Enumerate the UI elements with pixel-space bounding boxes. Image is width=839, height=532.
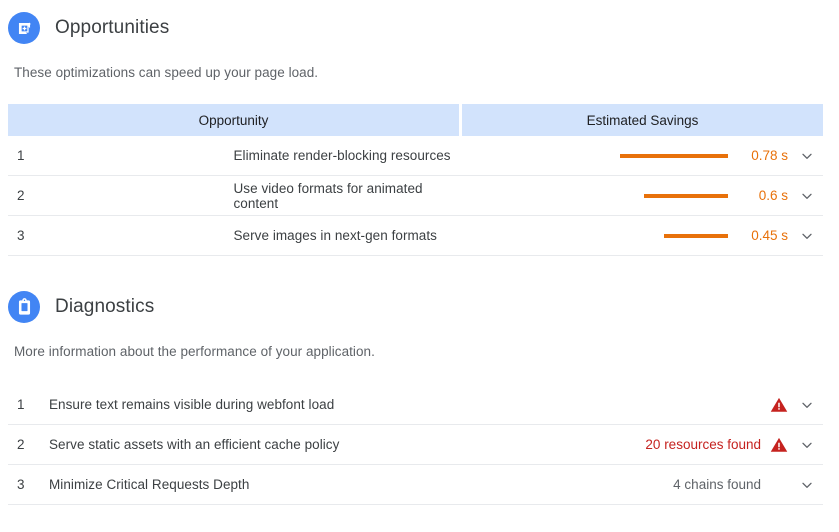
chevron-down-icon[interactable]: [799, 188, 815, 204]
opportunities-header: Opportunities: [0, 12, 839, 44]
diagnostics-title: Diagnostics: [55, 296, 155, 317]
estimated-savings-cell: 0.6 s: [462, 176, 823, 216]
diagnostic-value: 20 resources found: [645, 437, 761, 452]
chevron-down-icon[interactable]: [799, 228, 815, 244]
diagnostic-title[interactable]: Ensure text remains visible during webfo…: [49, 385, 459, 425]
table-row[interactable]: 1 Eliminate render-blocking resources 0.78…: [8, 136, 823, 176]
table-row[interactable]: 1 Ensure text remains visible during webf…: [8, 385, 823, 425]
opportunity-title[interactable]: Serve images in next-gen formats: [234, 216, 460, 256]
savings-value: 0.45 s: [751, 228, 788, 243]
diagnostics-description-wrap: More information about the performance o…: [0, 323, 839, 359]
savings-bar: [664, 233, 728, 238]
table-row[interactable]: 2 Serve static assets with an efficient c…: [8, 425, 823, 465]
savings-value: 0.78 s: [751, 148, 788, 163]
opportunities-table: Opportunity Estimated Savings 1 Eliminate…: [8, 104, 823, 256]
opportunity-title[interactable]: Use video formats for animated content: [234, 176, 460, 216]
savings-value: 0.6 s: [758, 188, 788, 203]
chevron-down-icon[interactable]: [799, 397, 815, 413]
diagnostics-table: 1 Ensure text remains visible during webf…: [8, 385, 823, 505]
diagnostics-description: More information about the performance o…: [14, 344, 375, 359]
diagnostic-value-cell: 4 chains found: [462, 465, 823, 505]
table-row[interactable]: 2 Use video formats for animated content 0…: [8, 176, 823, 216]
diagnostics-table-body: 1 Ensure text remains visible during webf…: [8, 385, 823, 505]
row-index: 3: [17, 477, 25, 492]
column-header-opportunity: Opportunity: [8, 104, 459, 136]
table-header-row: Opportunity Estimated Savings: [8, 104, 823, 136]
table-row[interactable]: 3 Minimize Critical Requests Depth 4 chain…: [8, 465, 823, 505]
opportunities-title: Opportunities: [55, 17, 170, 38]
column-header-estimated-savings: Estimated Savings: [462, 104, 823, 136]
diagnostic-value-cell: [462, 385, 823, 425]
opportunities-description: These optimizations can speed up your pa…: [14, 65, 319, 80]
chevron-down-icon[interactable]: [799, 477, 815, 493]
opportunities-table-body: 1 Eliminate render-blocking resources 0.78…: [8, 136, 823, 256]
savings-bar: [644, 193, 728, 198]
savings-bar: [620, 153, 728, 158]
row-index: 3: [17, 228, 25, 243]
opportunities-description-wrap: These optimizations can speed up your pa…: [0, 44, 839, 80]
chevron-down-icon[interactable]: [799, 437, 815, 453]
warning-triangle-icon: [770, 437, 788, 452]
opportunities-section: Opportunities: [0, 0, 839, 44]
diagnostic-value: 4 chains found: [673, 477, 761, 492]
row-index: 1: [17, 397, 25, 412]
opportunities-table-wrap: Opportunity Estimated Savings 1 Eliminate…: [0, 80, 839, 256]
opportunities-table-head: Opportunity Estimated Savings: [8, 104, 823, 136]
lighthouse-report-panel: Opportunities These optimizations can sp…: [0, 0, 839, 532]
estimated-savings-cell: 0.45 s: [462, 216, 823, 256]
table-row[interactable]: 3 Serve images in next-gen formats 0.45 s: [8, 216, 823, 256]
diagnostics-table-wrap: 1 Ensure text remains visible during webf…: [0, 359, 839, 505]
diagnostic-title[interactable]: Minimize Critical Requests Depth: [49, 465, 459, 505]
warning-placeholder: [770, 476, 788, 494]
row-index: 2: [17, 437, 25, 452]
opportunity-title[interactable]: Eliminate render-blocking resources: [234, 136, 460, 176]
clipboard-icon: [8, 291, 40, 323]
estimated-savings-cell: 0.78 s: [462, 136, 823, 176]
diagnostic-title[interactable]: Serve static assets with an efficient ca…: [49, 425, 459, 465]
diagnostics-section: Diagnostics: [0, 256, 839, 323]
diagnostics-header: Diagnostics: [0, 291, 839, 323]
row-index: 1: [17, 148, 25, 163]
warning-triangle-icon: [770, 397, 788, 412]
opportunity-image-icon: [8, 12, 40, 44]
diagnostic-value-cell: 20 resources found: [462, 425, 823, 465]
chevron-down-icon[interactable]: [799, 148, 815, 164]
row-index: 2: [17, 188, 25, 203]
